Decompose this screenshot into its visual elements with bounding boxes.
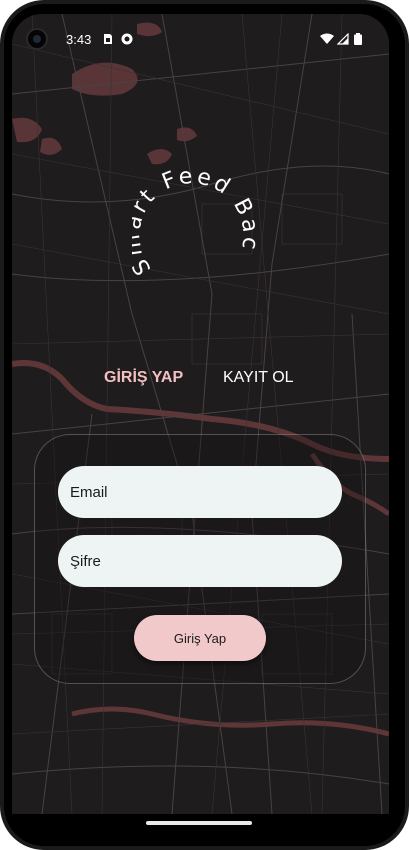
- status-bar: 3:43: [12, 14, 389, 68]
- password-label: Şifre: [70, 552, 101, 570]
- svg-text:Smart Feed Back: Smart Feed Back: [132, 144, 263, 279]
- signal-icon: [337, 33, 349, 45]
- app-logo: Smart Feed Back: [132, 144, 263, 279]
- battery-icon: [354, 33, 362, 45]
- login-card: Email Şifre Giriş Yap: [34, 434, 366, 684]
- email-field[interactable]: Email: [58, 466, 342, 518]
- wifi-icon: [320, 33, 334, 44]
- notification-icon: [121, 33, 133, 45]
- password-field[interactable]: Şifre: [58, 535, 342, 587]
- logo-text: Smart Feed Back: [132, 144, 260, 279]
- tab-register[interactable]: KAYIT OL: [223, 369, 294, 387]
- screen: 3:43 Smart Feed Back GİRİŞ YAP K: [12, 14, 389, 814]
- camera-icon: [26, 28, 48, 50]
- email-label: Email: [70, 483, 108, 501]
- map-background: [12, 14, 389, 814]
- auth-tabs: GİRİŞ YAP KAYIT OL: [12, 369, 389, 399]
- status-time: 3:43: [66, 32, 92, 47]
- login-button[interactable]: Giriş Yap: [134, 615, 266, 661]
- sim-card-icon: [104, 34, 112, 44]
- tab-login[interactable]: GİRİŞ YAP: [104, 369, 183, 387]
- home-indicator[interactable]: [146, 821, 252, 825]
